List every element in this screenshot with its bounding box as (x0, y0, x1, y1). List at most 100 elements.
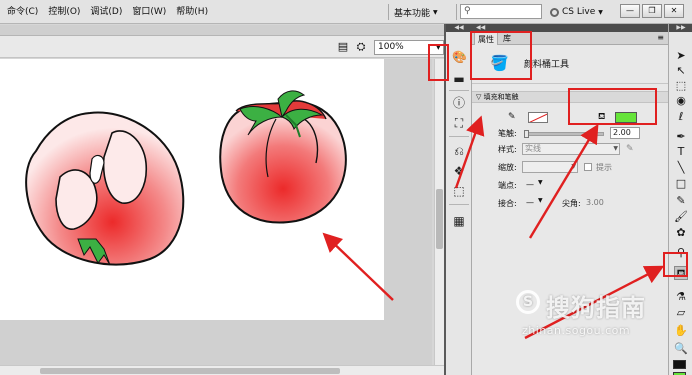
cs-live-label: CS Live (562, 7, 596, 17)
scale-row: 缩放: ▼ 提示 (472, 161, 668, 175)
watermark-title: 搜狗指南 (546, 294, 646, 322)
text-tool-icon[interactable]: T (674, 145, 688, 159)
menu-control[interactable]: 控制(O) (43, 0, 85, 24)
align-icon[interactable]: ⛶ (452, 116, 466, 130)
whole-tomato-shape (219, 90, 347, 224)
watermark-url: zhinan.sogou.com (522, 324, 631, 337)
minimize-button[interactable]: — (620, 4, 640, 18)
3d-rotation-tool-icon[interactable]: ◉ (674, 94, 688, 108)
workspace-label: 基本功能 (394, 8, 431, 19)
menu-help[interactable]: 帮助(H) (171, 0, 213, 24)
eyedropper-tool-icon[interactable]: ⚗ (674, 290, 688, 304)
scrollbar-thumb[interactable] (40, 368, 340, 374)
watermark: S 搜狗指南 zhinan.sogou.com (516, 288, 666, 348)
sogou-logo-icon: S (516, 290, 540, 314)
dock-divider (449, 204, 469, 205)
eraser-tool-icon[interactable]: ▱ (674, 306, 688, 320)
pen-tool-icon[interactable]: ✒ (674, 130, 688, 144)
menu-divider (388, 4, 389, 20)
stroke-width-label: 笔触: (498, 129, 517, 138)
lasso-tool-icon[interactable]: ℓ (674, 110, 688, 124)
section-title: 填充和笔触 (483, 93, 519, 101)
selection-tool-icon[interactable]: ➤ (674, 49, 688, 63)
properties-panel-icon[interactable]: 🎨 (452, 50, 467, 64)
stroke-color-tool-icon[interactable] (673, 360, 686, 369)
menu-window[interactable]: 窗口(W) (127, 0, 171, 24)
rectangle-tool-icon[interactable]: □ (674, 177, 688, 191)
chevron-down-icon: ▼ (571, 163, 576, 170)
info-icon[interactable]: ⓘ (452, 96, 466, 110)
cs-live-button[interactable]: CS Live ▼ (550, 4, 603, 20)
menu-command[interactable]: 命令(C) (2, 0, 43, 24)
horizontal-scrollbar[interactable] (0, 365, 444, 375)
pencil-icon: ✎ (508, 112, 516, 122)
vertical-scrollbar[interactable] (434, 59, 444, 365)
panel-menu-icon[interactable]: ≡ (657, 33, 664, 42)
stroke-color-swatch[interactable] (528, 112, 548, 123)
edit-scene-icon[interactable]: ⛭ (354, 40, 368, 54)
close-button[interactable]: ✕ (664, 4, 684, 18)
scrollbar-thumb[interactable] (436, 189, 443, 249)
line-tool-icon[interactable]: ╲ (674, 161, 688, 175)
tomato-artwork (25, 90, 347, 266)
scale-select[interactable]: ▼ (522, 161, 578, 173)
restore-button[interactable]: ❐ (642, 4, 662, 18)
highlight-box (428, 44, 449, 81)
chevron-down-icon: ▽ (476, 93, 482, 101)
highlight-box (470, 31, 532, 80)
workspace-switcher[interactable]: 基本功能 ▼ (394, 4, 438, 20)
cs-live-icon (550, 7, 559, 17)
hinting-checkbox[interactable] (584, 163, 592, 171)
chevron-down-icon: ▼ (598, 8, 603, 16)
cap-row: 端点: — ▼ (472, 179, 668, 193)
history-icon[interactable]: ⎌ (452, 144, 466, 158)
stage-canvas[interactable] (0, 59, 384, 320)
subselection-tool-icon[interactable]: ↖ (674, 64, 688, 78)
stroke-width-input[interactable]: 2.00 (610, 127, 640, 139)
chevron-down-icon: ▼ (538, 197, 543, 204)
dock-icon-strip: ◀◀ 🎨 ▬ ⓘ ⛶ ⎌ ❖ ⬚ ▦ (446, 24, 472, 375)
zoom-value: 100% (378, 42, 404, 52)
brush-tool-icon[interactable]: 🖌 (674, 210, 688, 224)
scale-label: 缩放: (498, 163, 517, 172)
cap-select[interactable]: — (526, 180, 534, 189)
components-icon[interactable]: ❖ (452, 164, 466, 178)
join-row: 接合: — ▼ 尖角: 3.00 (472, 197, 668, 211)
search-input[interactable]: ⚲ (460, 4, 542, 19)
chevron-down-icon: ▼ (613, 145, 618, 152)
stroke-style-value: 实线 (525, 144, 541, 153)
menu-items: 命令(C) 控制(O) 调试(D) 窗口(W) 帮助(H) (2, 0, 213, 24)
stroke-width-slider[interactable] (524, 132, 604, 136)
join-select[interactable]: — (526, 198, 534, 207)
deco-tool-icon[interactable]: ✿ (674, 226, 688, 240)
color-swatch-icon[interactable]: ▬ (452, 72, 466, 86)
motion-presets-icon[interactable]: ⬚ (452, 184, 466, 198)
cut-tomato-shape (25, 111, 185, 266)
miter-value[interactable]: 3.00 (586, 198, 604, 207)
chevron-down-icon: ▼ (433, 8, 438, 16)
collapse-icon[interactable]: ▶▶ (669, 24, 692, 32)
hand-tool-icon[interactable]: ✋ (674, 324, 688, 338)
collapse-icon[interactable]: ◀◀ (446, 24, 472, 32)
edit-stroke-style-icon[interactable]: ✎ (626, 144, 634, 154)
style-label: 样式: (498, 145, 517, 154)
menu-debug[interactable]: 调试(D) (85, 0, 127, 24)
miter-label: 尖角: (562, 199, 581, 208)
zoom-tool-icon[interactable]: 🔍 (674, 342, 688, 356)
menu-bar: 命令(C) 控制(O) 调试(D) 窗口(W) 帮助(H) 基本功能 ▼ ⚲ C… (0, 0, 692, 24)
document-tab-strip (0, 25, 444, 36)
library-icon[interactable]: ▦ (452, 214, 466, 228)
slider-knob[interactable] (524, 130, 529, 138)
style-row: 样式: 实线 ▼ ✎ (472, 143, 668, 157)
free-transform-tool-icon[interactable]: ⬚ (674, 79, 688, 93)
join-label: 接合: (498, 199, 517, 208)
highlight-box (568, 88, 657, 125)
pencil-tool-icon[interactable]: ✎ (674, 194, 688, 208)
search-icon: ⚲ (464, 6, 471, 16)
stroke-style-select[interactable]: 实线 ▼ (522, 143, 620, 155)
edit-symbols-icon[interactable]: ▤ (336, 40, 350, 54)
dock-divider (449, 90, 469, 91)
cap-label: 端点: (498, 181, 517, 190)
window-controls: — ❐ ✕ (620, 4, 684, 18)
stroke-width-row: 笔触: 2.00 (472, 127, 668, 141)
